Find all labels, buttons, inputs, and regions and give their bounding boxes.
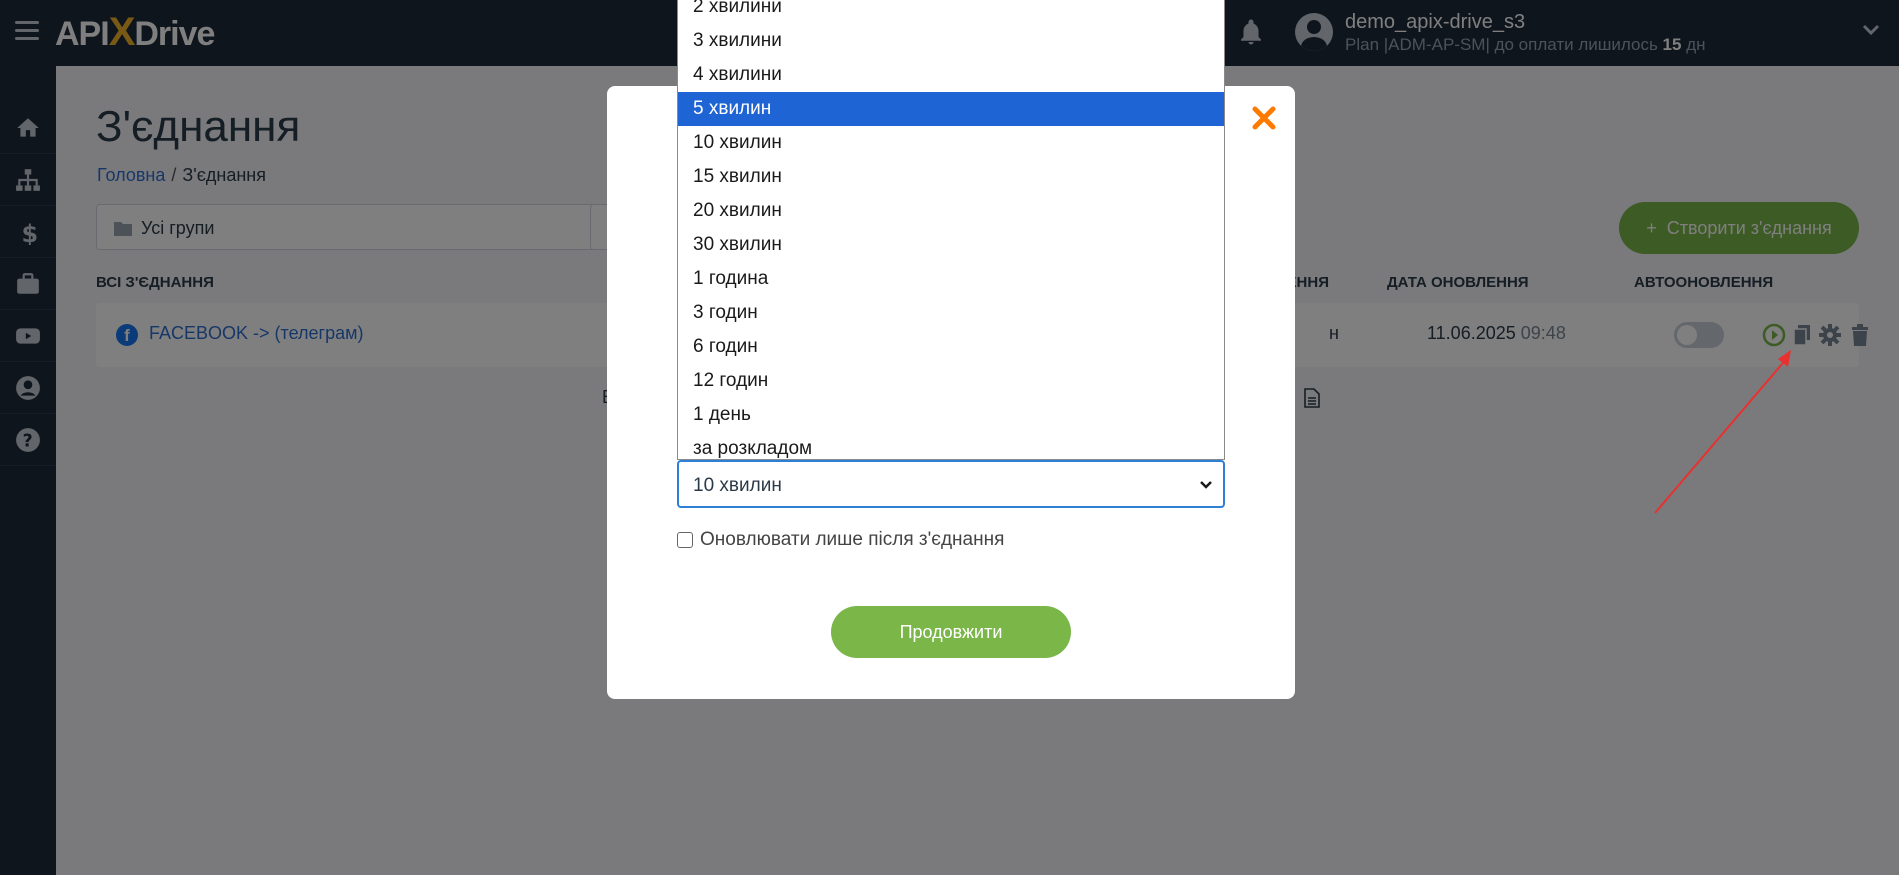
dropdown-option[interactable]: 3 годин — [678, 296, 1224, 330]
dropdown-option[interactable]: 20 хвилин — [678, 194, 1224, 228]
update-after-connection-checkbox[interactable] — [677, 532, 693, 548]
chevron-down-icon — [1200, 481, 1212, 489]
dropdown-option[interactable]: 5 хвилин — [678, 92, 1224, 126]
update-after-connection-row[interactable]: Оновлювати лише після з'єднання — [677, 529, 1004, 551]
interval-dropdown-list: 2 хвилини 3 хвилини 4 хвилини 5 хвилин 10 хв… — [677, 0, 1225, 460]
dropdown-option[interactable]: 10 хвилин — [678, 126, 1224, 160]
dropdown-option[interactable]: 3 хвилини — [678, 24, 1224, 58]
dropdown-option[interactable]: 6 годин — [678, 330, 1224, 364]
continue-button[interactable]: Продовжити — [831, 606, 1071, 658]
dropdown-option[interactable]: 1 день — [678, 398, 1224, 432]
dropdown-option[interactable]: 30 хвилин — [678, 228, 1224, 262]
dropdown-option[interactable]: 15 хвилин — [678, 160, 1224, 194]
close-icon[interactable] — [1250, 104, 1278, 132]
update-after-connection-label[interactable]: Оновлювати лише після з'єднання — [700, 529, 1004, 551]
update-interval-value: 10 хвилин — [693, 475, 782, 496]
dropdown-option[interactable]: за розкладом — [678, 432, 1224, 459]
dropdown-option[interactable]: 1 година — [678, 262, 1224, 296]
dropdown-option[interactable]: 12 годин — [678, 364, 1224, 398]
annotation-arrow — [1654, 350, 1791, 514]
dropdown-option[interactable]: 4 хвилини — [678, 58, 1224, 92]
update-interval-select[interactable]: 10 хвилин — [677, 460, 1225, 508]
dropdown-option[interactable]: 2 хвилини — [678, 0, 1224, 24]
